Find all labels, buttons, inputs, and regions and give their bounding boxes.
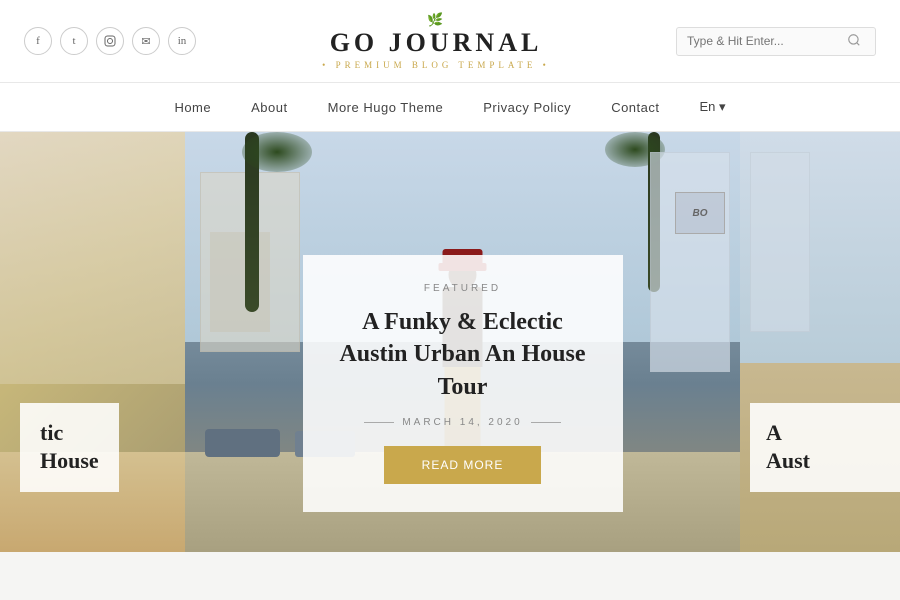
brand-logo: 🌿 GO JOURNAL • PREMIUM BLOG TEMPLATE • (196, 12, 676, 70)
slide-right-title: A Aust (766, 419, 884, 476)
nav-contact[interactable]: Contact (611, 100, 659, 115)
slide-left-overlay: tic House (20, 403, 119, 492)
instagram-icon[interactable] (96, 27, 124, 55)
slide-left-title: tic House (40, 419, 99, 476)
read-more-button[interactable]: Read More (384, 446, 542, 484)
nav-privacy[interactable]: Privacy Policy (483, 100, 571, 115)
date-line-left (364, 422, 394, 423)
slide-center[interactable]: BO FEATURED A Funky & Eclectic Austin Ur… (185, 132, 740, 552)
featured-slider: tic House BO (0, 132, 900, 552)
facebook-icon[interactable]: f (24, 27, 52, 55)
search-button[interactable] (847, 33, 861, 50)
slide-right-overlay: A Aust (750, 403, 900, 492)
social-icons-group: f t ✉ in (24, 27, 196, 55)
nav-about[interactable]: About (251, 100, 287, 115)
featured-card: FEATURED A Funky & Eclectic Austin Urban… (303, 255, 623, 512)
featured-label: FEATURED (339, 283, 587, 294)
slide-left[interactable]: tic House (0, 132, 185, 552)
featured-date: MARCH 14, 2020 (339, 417, 587, 428)
nav-home[interactable]: Home (174, 100, 211, 115)
brand-subtitle: • PREMIUM BLOG TEMPLATE • (196, 60, 676, 70)
nav-language[interactable]: En ▾ (700, 99, 726, 115)
slide-right[interactable]: A Aust (740, 132, 900, 552)
nav-more-hugo[interactable]: More Hugo Theme (328, 100, 444, 115)
email-icon[interactable]: ✉ (132, 27, 160, 55)
main-nav: Home About More Hugo Theme Privacy Polic… (0, 83, 900, 132)
search-input[interactable] (687, 34, 847, 48)
site-header: f t ✉ in 🌿 GO JOURNAL • PREMIUM BLOG TEM… (0, 0, 900, 83)
featured-title: A Funky & Eclectic Austin Urban An House… (339, 306, 587, 403)
search-bar[interactable] (676, 27, 876, 56)
linkedin-icon[interactable]: in (168, 27, 196, 55)
twitter-icon[interactable]: t (60, 27, 88, 55)
date-line-right (531, 422, 561, 423)
brand-title[interactable]: GO JOURNAL (196, 28, 676, 58)
brand-decoration: 🌿 (196, 12, 676, 28)
